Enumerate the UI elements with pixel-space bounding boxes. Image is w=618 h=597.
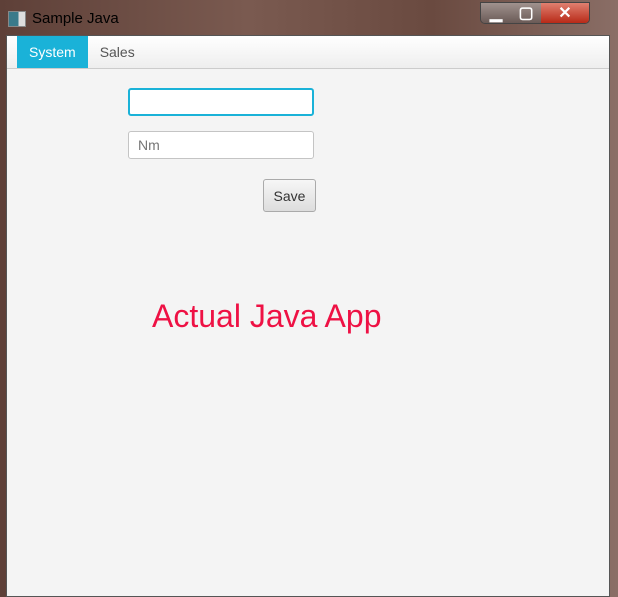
window-title: Sample Java <box>32 10 119 27</box>
maximize-button[interactable]: ▢ <box>511 3 541 23</box>
text-field-1[interactable] <box>128 88 314 116</box>
tab-sales[interactable]: Sales <box>88 36 147 68</box>
tab-bar: System Sales <box>7 36 609 69</box>
tab-system[interactable]: System <box>17 36 88 68</box>
nm-field[interactable] <box>128 131 314 159</box>
window-controls: ▁ ▢ ✕ <box>480 2 590 24</box>
close-button[interactable]: ✕ <box>541 3 589 23</box>
save-button[interactable]: Save <box>263 179 316 212</box>
app-icon <box>8 11 26 27</box>
app-window: System Sales Save Actual Java App <box>6 35 610 597</box>
minimize-button[interactable]: ▁ <box>481 3 511 23</box>
annotation-text: Actual Java App <box>152 298 382 334</box>
